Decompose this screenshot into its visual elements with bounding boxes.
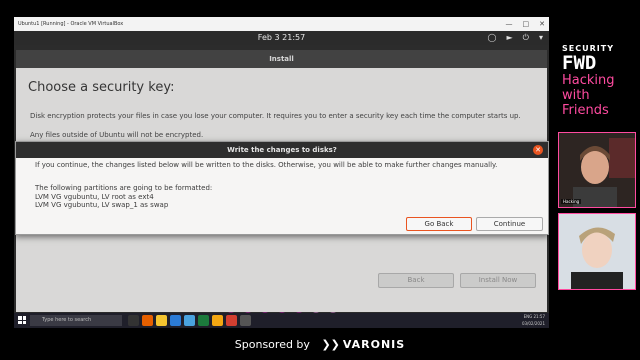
vbox-window-title: Ubuntu1 [Running] - Oracle VM VirtualBox: [18, 21, 124, 27]
tray-date: 03/02/2021: [521, 321, 545, 326]
mail-icon[interactable]: [184, 315, 195, 326]
sponsor-prefix: Sponsored by: [234, 338, 310, 351]
partition-item: LVM VG vgubuntu, LV root as ext4: [35, 192, 154, 201]
network-icon[interactable]: ◯: [488, 31, 497, 45]
windows-start-icon[interactable]: [18, 316, 26, 324]
tray-time: 21:57: [533, 314, 545, 319]
sponsor-footer: Sponsored by ❯❯ VARONIS: [0, 338, 640, 351]
close-icon[interactable]: ✕: [533, 145, 543, 155]
brand-fwd: FWD: [562, 52, 597, 74]
varonis-logo-icon: ❯❯: [321, 338, 340, 351]
ubuntu-top-panel: Feb 3 21:57 ◯ ► ⏻ ▾: [14, 31, 549, 45]
brand-tagline-1: Hacking: [562, 73, 615, 88]
continue-button[interactable]: Continue: [476, 217, 543, 231]
firefox-icon[interactable]: [142, 315, 153, 326]
sponsor-company: VARONIS: [342, 338, 406, 351]
partition-list-heading: The following partitions are going to be…: [35, 184, 213, 192]
cam-label: Hacking: [561, 199, 582, 204]
power-icon[interactable]: ⏻: [523, 31, 529, 45]
minimize-icon[interactable]: —: [506, 19, 513, 29]
partition-list: The following partitions are going to be…: [35, 184, 212, 210]
person-icon: [559, 133, 635, 207]
file-explorer-icon[interactable]: [156, 315, 167, 326]
app-icon[interactable]: [198, 315, 209, 326]
tray-lang: ENG: [523, 314, 533, 319]
close-icon[interactable]: ✕: [539, 19, 545, 29]
virtualbox-icon[interactable]: [240, 315, 251, 326]
webcam-feed-2: [558, 213, 636, 290]
go-back-button[interactable]: Go Back: [406, 217, 472, 231]
partition-item: LVM VG vgubuntu, LV swap_1 as swap: [35, 201, 169, 209]
webcam-feed-1: Hacking: [558, 132, 636, 208]
windows-taskbar: ⚲ Type here to search ENG 21:57 03/02/20…: [14, 313, 549, 328]
person-icon: [559, 214, 635, 289]
maximize-icon[interactable]: □: [523, 19, 530, 29]
panel-clock[interactable]: Feb 3 21:57: [14, 31, 549, 45]
dialog-title-bar: Write the changes to disks? ✕: [16, 142, 548, 158]
brand-tagline-3: Friends: [562, 103, 609, 118]
write-changes-dialog: Write the changes to disks? ✕ If you con…: [15, 141, 549, 235]
dialog-title: Write the changes to disks?: [227, 146, 337, 154]
app-icon[interactable]: [226, 315, 237, 326]
brand-tagline-2: with: [562, 88, 590, 103]
volume-icon[interactable]: ►: [507, 31, 513, 45]
stream-branding: SECURITY FWD Hacking with Friends: [556, 44, 640, 118]
system-tray[interactable]: ENG 21:57 03/02/2021: [522, 313, 545, 327]
app-icon[interactable]: [212, 315, 223, 326]
taskbar-search-input[interactable]: Type here to search: [30, 315, 122, 326]
brand-tagline: Hacking with Friends: [556, 73, 640, 118]
chevron-down-icon[interactable]: ▾: [539, 31, 543, 45]
store-icon[interactable]: [170, 315, 181, 326]
vbox-titlebar: Ubuntu1 [Running] - Oracle VM VirtualBox…: [14, 17, 549, 31]
dialog-message: If you continue, the changes listed belo…: [35, 161, 498, 169]
task-view-icon[interactable]: [128, 315, 139, 326]
